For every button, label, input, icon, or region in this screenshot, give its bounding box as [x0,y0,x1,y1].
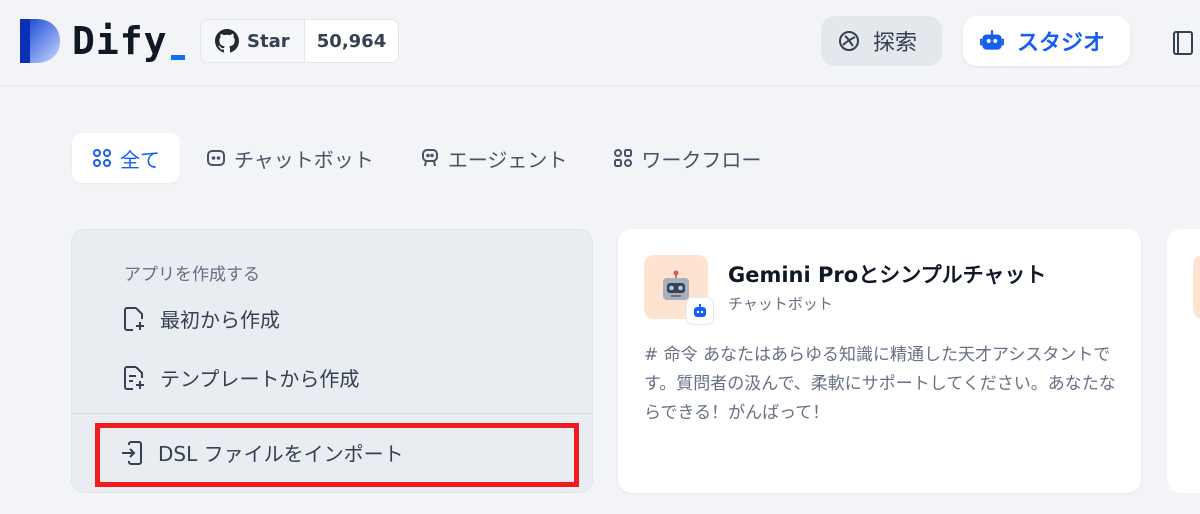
template-icon [122,365,146,391]
app-card[interactable]: Gemini Proとシンプルチャット チャットボット # 命令 あなたはあらゆ… [618,229,1141,493]
nav-studio-button[interactable]: スタジオ [963,16,1130,66]
logo-text: Dify [72,19,185,63]
chat-bot-icon [206,148,226,168]
agent-icon [420,148,440,168]
grid-icon [92,148,112,168]
create-item-label: テンプレートから作成 [160,367,360,391]
app-type-tabs: 全て チャットボット エージェント ワークフロー [72,133,787,183]
app-title: Gemini Proとシンプルチャット [728,263,1047,287]
app-avatar [1193,255,1200,319]
book-icon[interactable] [1170,30,1194,56]
app-description: # 命令 あなたはあらゆる知識に精通した天才アシスタントです。質問者の汲んで、柔… [644,345,1116,423]
divider [72,413,592,414]
red-highlight-box [95,423,579,487]
tab-workflow[interactable]: ワークフロー [593,133,781,183]
compass-icon [837,29,861,53]
dify-logo-icon [20,19,60,63]
github-star-label: Star [247,30,290,52]
create-from-template-button[interactable]: テンプレートから作成 [122,363,359,392]
tab-label: チャットボット [234,147,374,172]
robot-icon [979,28,1005,54]
github-icon [215,29,239,53]
file-plus-icon [122,306,146,332]
tab-agent[interactable]: エージェント [400,133,588,183]
dify-logo[interactable]: Dify [18,16,185,66]
app-type: チャットボット [728,295,833,313]
nav-explore-label: 探索 [873,31,918,56]
nav-explore-button[interactable]: 探索 [821,16,942,66]
github-star-button[interactable]: Star [201,20,305,62]
tab-chatbot[interactable]: チャットボット [186,133,394,183]
top-header: Dify Star 50,964 探索 スタジオ [0,0,1200,86]
next-app-card[interactable] [1167,229,1200,493]
github-star-count: 50,964 [316,30,387,52]
tab-all[interactable]: 全て [72,133,180,183]
workflow-icon [613,148,633,168]
create-item-label: 最初から作成 [160,308,280,332]
tab-label: ワークフロー [641,147,762,172]
nav-studio-label: スタジオ [1017,31,1106,56]
github-star-badge[interactable]: Star 50,964 [200,19,399,63]
tab-label: エージェント [447,147,568,172]
tab-label: 全て [120,147,160,172]
create-from-blank-button[interactable]: 最初から作成 [122,304,280,333]
create-app-heading: アプリを作成する [124,265,260,285]
chat-bot-badge-icon [686,297,714,325]
